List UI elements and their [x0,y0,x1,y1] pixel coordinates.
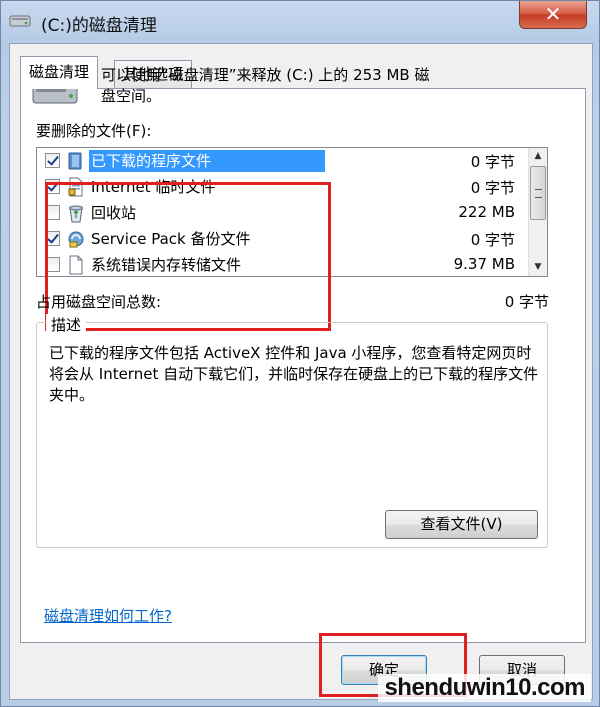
total-space-value: 0 字节 [504,293,549,311]
disk-cleanup-window: (C:)的磁盘清理 ✕ 磁盘清理 其他选项 可以使用“磁盘清理”来释放 (C:)… [0,0,600,707]
list-item[interactable]: 回收站 222 MB [37,200,527,226]
file-name: 回收站 [91,204,137,222]
file-name: Service Pack 备份文件 [91,230,251,248]
checkbox[interactable] [45,231,60,246]
scroll-up-icon[interactable]: ▲ [529,148,547,165]
tab-disk-cleanup[interactable]: 磁盘清理 [20,56,99,89]
file-size: 0 字节 [470,179,515,197]
file-name: 已下载的程序文件 [89,150,325,172]
checkbox[interactable] [45,153,60,168]
list-item[interactable]: Internet 临时文件 0 字节 [37,174,527,200]
checkbox[interactable] [45,257,60,272]
document-lock-icon [68,177,83,197]
file-size: 0 字节 [470,231,515,249]
list-scrollbar[interactable]: ▲ ▼ [528,148,547,276]
file-size: 9.37 MB [453,255,515,273]
files-to-delete-label: 要删除的文件(F): [36,122,152,140]
list-item[interactable]: 已下载的程序文件 0 字节 [37,148,527,174]
blank-file-icon [69,255,83,275]
checkbox[interactable] [45,179,60,194]
help-link[interactable]: 磁盘清理如何工作? [44,605,172,626]
description-text: 已下载的程序文件包括 ActiveX 控件和 Java 小程序，您查看特定网页时… [49,344,539,404]
folder-blue-icon [68,152,82,170]
watermark: shenduwin10.com [378,674,591,702]
list-item[interactable]: 系统错误内存转储文件 9.37 MB [37,252,527,276]
file-name: 系统错误内存转储文件 [91,256,242,274]
files-list[interactable]: 已下载的程序文件 0 字节 Internet 临时文件 0 字节 回收站 222… [36,147,548,277]
scroll-thumb[interactable] [530,166,546,220]
window-title: (C:)的磁盘清理 [41,16,157,36]
description-title: 描述 [46,314,87,335]
file-size: 0 字节 [470,153,515,171]
recycle-bin-icon [69,205,83,223]
intro-line-1: 可以使用“磁盘清理”来释放 (C:) 上的 253 MB 磁 [101,66,430,84]
intro-text: 可以使用“磁盘清理”来释放 (C:) 上的 253 MB 磁 盘空间。 [101,65,551,107]
total-space-label: 占用磁盘空间总数: [36,293,162,311]
list-item[interactable]: Service Pack 备份文件 0 字节 [37,226,527,252]
close-button[interactable]: ✕ [519,1,587,29]
view-files-button[interactable]: 查看文件(V) [385,510,538,539]
scroll-down-icon[interactable]: ▼ [529,259,547,276]
file-size: 222 MB [458,203,515,221]
tab-label: 磁盘清理 [29,63,90,81]
drive-icon [9,15,31,27]
intro-line-2: 盘空间。 [101,87,162,105]
checkbox[interactable] [45,205,60,220]
service-pack-icon [68,231,84,248]
file-name: Internet 临时文件 [91,178,216,196]
title-bar[interactable]: (C:)的磁盘清理 ✕ [1,1,600,45]
close-icon: ✕ [544,2,562,26]
